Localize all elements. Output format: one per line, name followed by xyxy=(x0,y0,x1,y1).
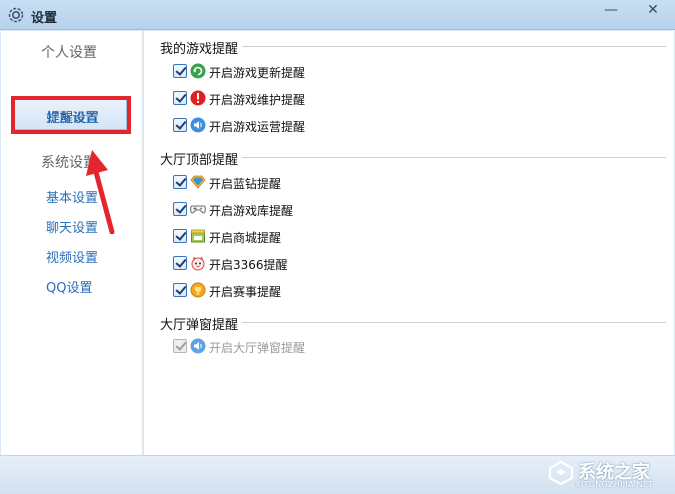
section-title-hall-top: 大厅顶部提醒 xyxy=(160,153,239,168)
option-game-operation[interactable]: 开启游戏运营提醒 xyxy=(173,117,473,135)
checkbox[interactable] xyxy=(173,339,187,353)
sidebar-item-qq-settings[interactable]: QQ设置 xyxy=(46,277,92,296)
checkbox[interactable] xyxy=(173,202,187,216)
checkbox[interactable] xyxy=(173,229,187,243)
checkbox[interactable] xyxy=(173,64,187,78)
option-label: 开启3366提醒 xyxy=(209,258,288,272)
title-bar: 设置 — ✕ xyxy=(0,0,675,30)
option-label: 开启游戏库提醒 xyxy=(209,204,294,218)
alert-icon xyxy=(190,90,206,106)
option-label: 开启游戏更新提醒 xyxy=(209,66,306,80)
window-title: 设置 xyxy=(31,11,58,26)
section-title-my-game: 我的游戏提醒 xyxy=(160,42,239,57)
option-game-library[interactable]: 开启游戏库提醒 xyxy=(173,201,473,219)
watermark-logo-icon xyxy=(548,460,574,486)
sidebar-item-friend-settings[interactable]: 好友设置 xyxy=(46,107,98,126)
option-shop[interactable]: 开启商城提醒 xyxy=(173,228,473,246)
option-label: 开启游戏维护提醒 xyxy=(209,93,306,107)
section-divider xyxy=(242,157,666,158)
annotation-arrow xyxy=(86,150,115,234)
option-label: 开启赛事提醒 xyxy=(209,285,282,299)
option-label: 开启商城提醒 xyxy=(209,231,282,245)
watermark-url: XITONGZHIJIA.NET xyxy=(575,480,654,489)
blue-diamond-icon xyxy=(190,175,206,189)
sidebar: 个人设置 提醒设置 好友设置 系统设置 基本设置 聊天设置 视频设置 QQ设置 xyxy=(1,31,143,455)
section-title-hall-popup: 大厅弹窗提醒 xyxy=(160,318,239,333)
settings-content: 我的游戏提醒 开启游戏更新提醒 开启游戏维护提醒 开启游戏运营提醒 大厅顶部提醒 xyxy=(144,31,674,455)
option-game-update[interactable]: 开启游戏更新提醒 xyxy=(173,63,473,81)
personal-settings-heading: 个人设置 xyxy=(41,45,97,61)
checkbox[interactable] xyxy=(173,256,187,270)
option-match[interactable]: 开启赛事提醒 xyxy=(173,282,473,300)
checkbox[interactable] xyxy=(173,118,187,132)
option-3366[interactable]: 开启3366提醒 xyxy=(173,255,473,273)
update-icon xyxy=(190,63,206,79)
option-label: 开启蓝钻提醒 xyxy=(209,177,282,191)
close-button[interactable]: ✕ xyxy=(640,1,666,19)
checkbox[interactable] xyxy=(173,283,187,297)
trophy-icon xyxy=(190,282,206,298)
mascot-icon xyxy=(191,256,205,271)
sidebar-item-video-settings[interactable]: 视频设置 xyxy=(46,247,98,266)
gamepad-icon xyxy=(190,205,206,214)
speaker-icon xyxy=(190,338,206,354)
gear-icon xyxy=(8,7,24,23)
minimize-button[interactable]: — xyxy=(598,1,624,19)
checkbox[interactable] xyxy=(173,91,187,105)
section-divider xyxy=(242,46,666,47)
option-label: 开启游戏运营提醒 xyxy=(209,120,306,134)
shop-icon xyxy=(191,229,205,243)
speaker-icon xyxy=(190,117,206,133)
section-divider xyxy=(242,322,666,323)
option-blue-diamond[interactable]: 开启蓝钻提醒 xyxy=(173,174,473,192)
option-label: 开启大厅弹窗提醒 xyxy=(209,341,306,355)
option-game-maintenance[interactable]: 开启游戏维护提醒 xyxy=(173,90,473,108)
option-hall-popup[interactable]: 开启大厅弹窗提醒 xyxy=(173,338,473,356)
watermark: 系统之家 XITONGZHIJIA.NET xyxy=(548,458,672,492)
checkbox[interactable] xyxy=(173,175,187,189)
